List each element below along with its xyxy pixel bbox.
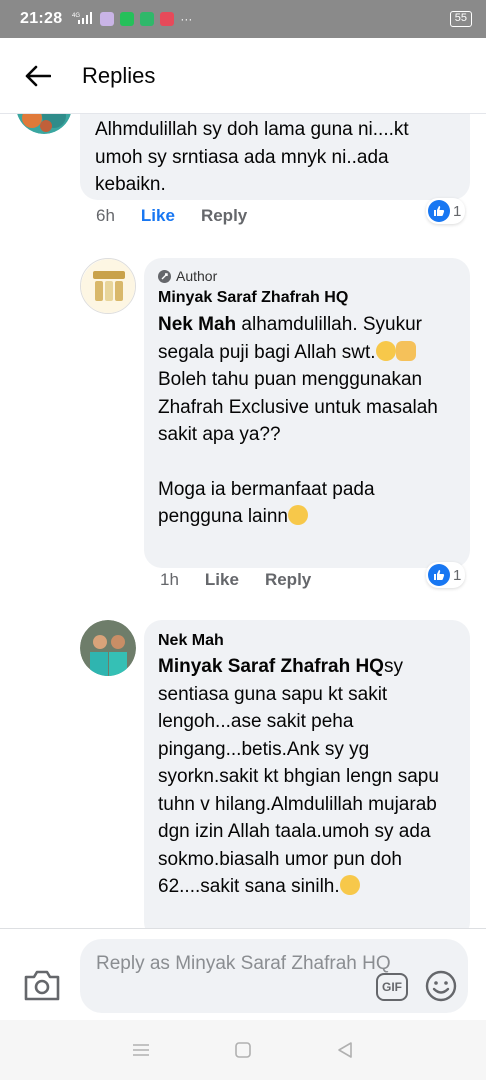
smile-emoji-icon [287,505,308,525]
comment-time: 6h [96,206,115,225]
signal-icon: 4G [72,11,94,27]
comment-actions: 1h Like Reply [160,570,311,590]
app-icon [100,12,115,26]
header: Replies [0,38,486,114]
menu-button[interactable] [121,1030,161,1070]
smiley-icon [425,970,457,1002]
comment-actions: 6h Like Reply [96,206,247,226]
sad-emoji-icon [339,875,360,895]
whatsapp-business-icon [140,12,155,26]
author-icon [158,269,171,283]
comment-bubble[interactable]: Alhmdulillah sy doh lama guna ni....kt u… [80,114,470,200]
system-navbar [0,1020,486,1080]
status-icons: 4G ··· [72,11,192,27]
open-hands-emoji-icon [395,340,416,361]
reply-button[interactable]: Reply [201,206,247,226]
comment-text: Minyak Saraf Zhafrah HQsy sentiasa guna … [158,653,456,901]
reaction-count: 1 [453,202,462,220]
status-time: 21:28 [20,10,63,27]
mention-tag[interactable]: Minyak Saraf Zhafrah HQ [158,656,384,677]
page-title: Replies [82,62,156,88]
comment-text: Nek Mah alhamdulillah. Syukur segala puj… [158,311,456,449]
arrow-left-icon [25,65,51,86]
media-icon [160,12,175,26]
more-dots-icon: ··· [180,12,193,26]
comment-text: Moga ia bermanfaat pada pengguna lainn [158,476,456,531]
smile-emoji-icon [375,340,396,361]
commenter-name[interactable]: Nek Mah [158,630,456,652]
camera-icon [24,970,60,1001]
gif-button[interactable]: GIF [376,973,408,1001]
back-triangle-icon [338,1042,352,1058]
page-avatar[interactable] [80,258,136,314]
reaction-summary[interactable]: 1 [426,198,466,224]
comment-text-part: sy sentiasa guna sapu kt sakit lengoh...… [158,656,439,897]
camera-button[interactable] [22,967,62,1003]
reply-button[interactable]: Reply [265,570,311,590]
mention-tag[interactable]: Nek Mah [158,314,236,335]
comment-feed[interactable]: Alhmdulillah sy doh lama guna ni....kt u… [0,114,486,928]
back-button[interactable] [0,38,76,114]
reaction-summary[interactable]: 1 [426,562,466,588]
reply-input[interactable]: Reply as Minyak Saraf Zhafrah HQ [80,939,468,1013]
comment-text-part: Moga ia bermanfaat pada pengguna lainn [158,478,375,528]
comment-text: Alhmdulillah sy doh lama guna ni....kt u… [95,119,409,195]
status-bar: 21:28 4G ··· 55 [0,0,486,38]
avatar[interactable] [80,620,136,676]
thumbs-up-icon [428,564,450,586]
emoji-button[interactable] [424,969,458,1003]
like-button[interactable]: Like [205,570,239,590]
comment-bubble[interactable]: Author Minyak Saraf Zhafrah HQ Nek Mah a… [144,258,470,568]
menu-icon [133,1044,149,1056]
comment-time: 1h [160,570,179,589]
author-label: Author [176,268,218,284]
reply-composer: Reply as Minyak Saraf Zhafrah HQ GIF [0,928,486,1020]
commenter-name[interactable]: Minyak Saraf Zhafrah HQ [158,287,456,309]
whatsapp-icon [120,12,135,26]
svg-text:4G: 4G [72,13,80,19]
like-button[interactable]: Like [141,206,175,226]
comment-bubble[interactable]: Nek Mah Minyak Saraf Zhafrah HQsy sentia… [144,620,470,928]
thumbs-up-icon [428,200,450,222]
home-button[interactable] [223,1030,263,1070]
reaction-count: 1 [453,566,462,584]
comment-text-part: Boleh tahu puan menggunakan Zhafrah Excl… [158,369,438,445]
battery-indicator: 55 [449,11,472,27]
author-badge: Author [158,267,456,285]
avatar[interactable] [16,114,72,134]
home-square-icon [235,1042,251,1058]
system-back-button[interactable] [325,1030,365,1070]
